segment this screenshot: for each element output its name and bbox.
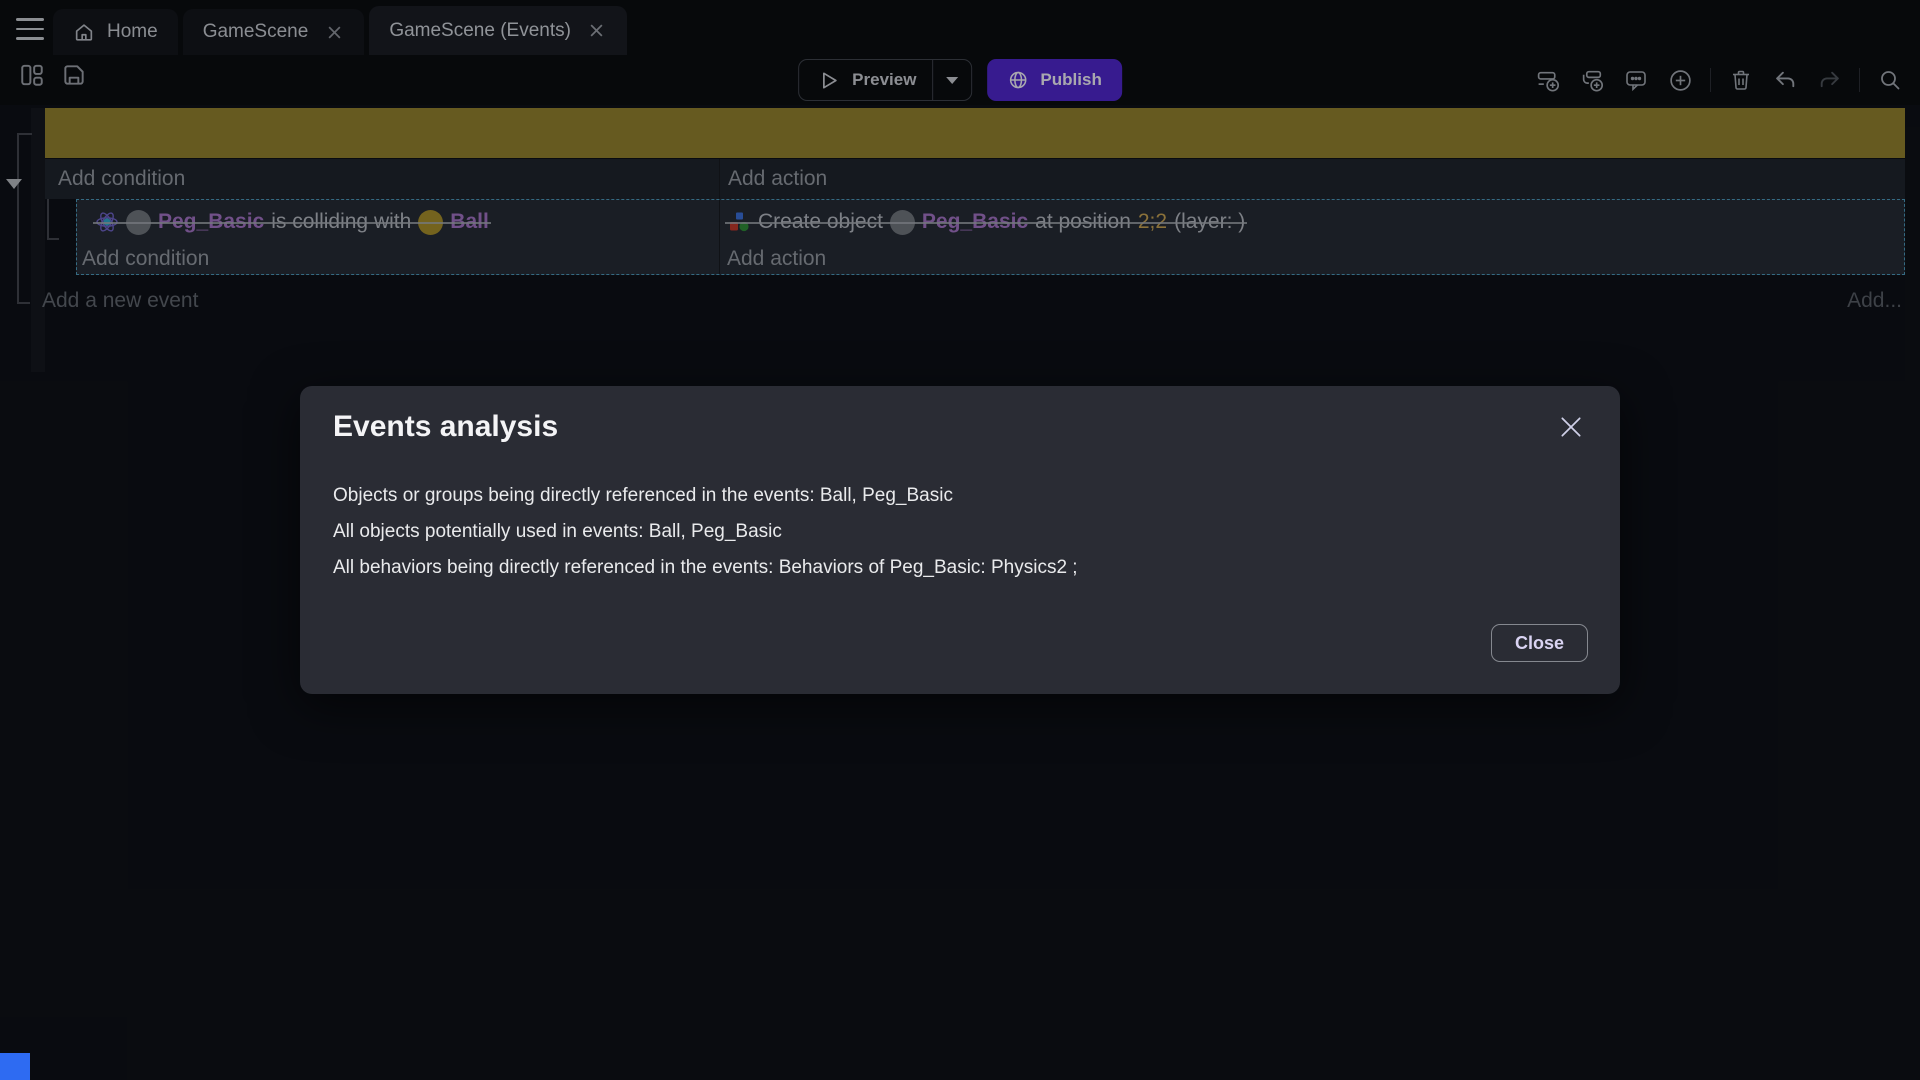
gdevelop-window: Home GameScene GameScene (Events): [0, 0, 1920, 1080]
dialog-line: All objects potentially used in events: …: [333, 521, 782, 543]
close-icon[interactable]: [1556, 412, 1586, 442]
dialog-line: Objects or groups being directly referen…: [333, 485, 953, 507]
corner-indicator: [0, 1053, 30, 1080]
events-analysis-dialog: Events analysis Objects or groups being …: [300, 386, 1620, 694]
dialog-title: Events analysis: [333, 410, 558, 444]
close-button[interactable]: Close: [1491, 624, 1588, 662]
dialog-line: All behaviors being directly referenced …: [333, 557, 1078, 579]
